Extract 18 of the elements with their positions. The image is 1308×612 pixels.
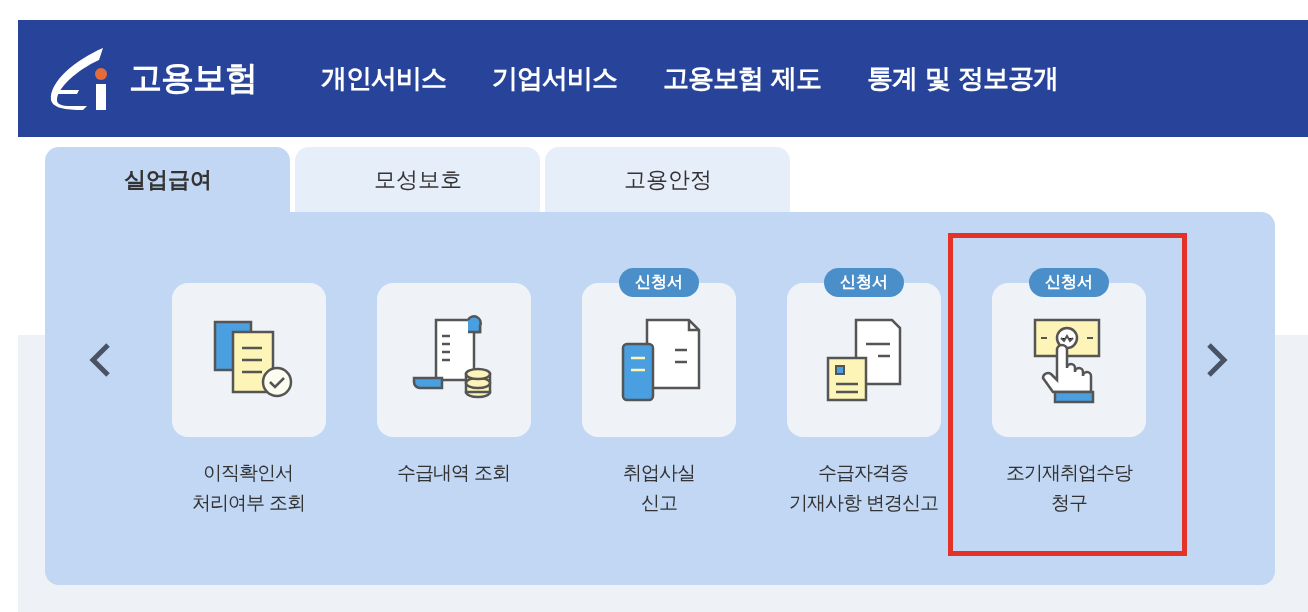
- form-badge: 신청서: [823, 268, 904, 297]
- nav-link[interactable]: 고용보험 제도: [663, 61, 822, 96]
- nav-link[interactable]: 통계 및 정보공개: [867, 61, 1059, 96]
- nav-link[interactable]: 기업서비스: [492, 61, 617, 96]
- tab[interactable]: 고용안정: [545, 147, 790, 212]
- service-label: 취업사실 신고: [622, 460, 695, 515]
- logo-text: 고용보험: [129, 57, 257, 99]
- tab[interactable]: 모성보호: [295, 147, 540, 212]
- service-label: 수급내역 조회: [396, 460, 510, 485]
- tab[interactable]: 실업급여: [45, 147, 290, 212]
- service-label: 조기재취업수당 청구: [1005, 460, 1132, 515]
- service-label: 수급자격증 기재사항 변경신고: [788, 460, 938, 515]
- service-card[interactable]: [376, 283, 531, 437]
- service-card[interactable]: [171, 283, 326, 437]
- form-badge: 신청서: [618, 268, 699, 297]
- service-label: 이직확인서 처리여부 조회: [191, 460, 305, 515]
- form-badge: 신청서: [1028, 268, 1109, 297]
- nav-link[interactable]: 개인서비스: [321, 61, 446, 96]
